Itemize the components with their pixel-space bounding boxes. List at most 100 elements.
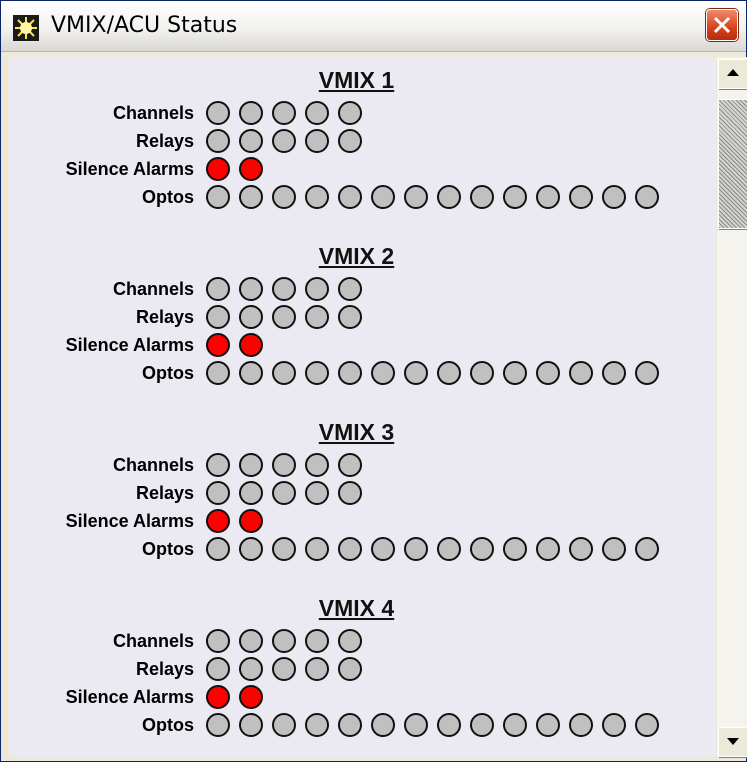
channels-indicator xyxy=(206,629,230,653)
silence-alarms-label: Silence Alarms xyxy=(65,335,194,355)
channels-indicator xyxy=(338,101,362,125)
optos-indicator xyxy=(206,361,230,385)
silence-alarms-indicator xyxy=(206,509,230,533)
optos-indicator xyxy=(404,713,428,737)
optos-indicator xyxy=(272,537,296,561)
optos-indicator xyxy=(338,361,362,385)
channels-label: Channels xyxy=(112,455,194,475)
relays-indicator xyxy=(305,657,329,681)
optos-indicator xyxy=(338,185,362,209)
optos-indicator xyxy=(569,713,593,737)
relays-label: Relays xyxy=(135,659,194,679)
optos-indicator xyxy=(602,185,626,209)
relays-indicator xyxy=(206,129,230,153)
optos-indicator xyxy=(371,537,395,561)
silence-alarms-indicator xyxy=(239,509,263,533)
status-window: VMIX/ACU Status VMIX 1 Channels Relays Sile… xyxy=(0,0,747,762)
section-title: VMIX 1 xyxy=(318,67,395,93)
optos-indicator xyxy=(239,537,263,561)
optos-indicator xyxy=(569,537,593,561)
title-bar[interactable]: VMIX/ACU Status xyxy=(1,1,746,52)
optos-indicator xyxy=(206,537,230,561)
optos-indicator xyxy=(437,713,461,737)
optos-indicator xyxy=(503,185,527,209)
optos-label: Optos xyxy=(142,715,194,735)
optos-indicator xyxy=(470,537,494,561)
optos-label: Optos xyxy=(142,539,194,559)
scroll-down-button[interactable] xyxy=(718,727,747,757)
optos-indicator xyxy=(206,713,230,737)
optos-indicator xyxy=(536,537,560,561)
optos-indicator xyxy=(536,185,560,209)
optos-indicator xyxy=(602,713,626,737)
app-sun-icon xyxy=(13,15,39,41)
relays-indicator xyxy=(239,129,263,153)
optos-indicator xyxy=(635,185,659,209)
vertical-scrollbar[interactable] xyxy=(717,57,747,757)
scroll-up-button[interactable] xyxy=(718,59,747,89)
optos-indicator xyxy=(437,361,461,385)
optos-label: Optos xyxy=(142,363,194,383)
relays-indicator xyxy=(272,657,296,681)
window-title: VMIX/ACU Status xyxy=(51,13,238,38)
optos-indicator xyxy=(470,361,494,385)
relays-indicator xyxy=(272,129,296,153)
relays-indicator xyxy=(206,305,230,329)
optos-indicator xyxy=(569,185,593,209)
relays-indicator xyxy=(239,657,263,681)
section-title: VMIX 3 xyxy=(318,419,395,445)
channels-indicator xyxy=(272,629,296,653)
optos-indicator xyxy=(206,185,230,209)
optos-indicator xyxy=(470,185,494,209)
optos-indicator xyxy=(503,537,527,561)
optos-indicator xyxy=(371,361,395,385)
silence-alarms-label: Silence Alarms xyxy=(65,687,194,707)
arrow-down-icon xyxy=(727,738,739,745)
optos-indicator xyxy=(305,537,329,561)
optos-indicator xyxy=(272,713,296,737)
optos-indicator xyxy=(404,537,428,561)
relays-indicator xyxy=(305,481,329,505)
scroll-thumb[interactable] xyxy=(718,99,747,229)
relays-indicator xyxy=(338,305,362,329)
relays-indicator xyxy=(305,305,329,329)
channels-label: Channels xyxy=(112,279,194,299)
channels-indicator xyxy=(338,629,362,653)
channels-indicator xyxy=(206,453,230,477)
channels-indicator xyxy=(305,101,329,125)
optos-indicator xyxy=(404,185,428,209)
optos-indicator xyxy=(338,537,362,561)
optos-indicator xyxy=(635,537,659,561)
optos-indicator xyxy=(536,361,560,385)
relays-indicator xyxy=(206,657,230,681)
channels-label: Channels xyxy=(112,631,194,651)
section-title: VMIX 4 xyxy=(318,595,395,621)
optos-indicator xyxy=(239,185,263,209)
optos-indicator xyxy=(305,713,329,737)
optos-indicator xyxy=(536,713,560,737)
optos-indicator xyxy=(239,361,263,385)
channels-label: Channels xyxy=(112,103,194,123)
close-button[interactable] xyxy=(706,9,738,41)
relays-label: Relays xyxy=(135,131,194,151)
channels-indicator xyxy=(338,453,362,477)
optos-indicator xyxy=(635,361,659,385)
channels-indicator xyxy=(206,277,230,301)
relays-indicator xyxy=(338,657,362,681)
optos-indicator xyxy=(437,185,461,209)
relays-indicator xyxy=(338,129,362,153)
optos-indicator xyxy=(371,713,395,737)
silence-alarms-indicator xyxy=(239,685,263,709)
channels-indicator xyxy=(272,101,296,125)
channels-indicator xyxy=(305,277,329,301)
optos-indicator xyxy=(602,361,626,385)
silence-alarms-indicator xyxy=(206,333,230,357)
optos-indicator xyxy=(602,537,626,561)
channels-indicator xyxy=(272,277,296,301)
channels-indicator xyxy=(239,629,263,653)
channels-indicator xyxy=(239,101,263,125)
optos-indicator xyxy=(470,713,494,737)
channels-indicator xyxy=(305,453,329,477)
channels-indicator xyxy=(338,277,362,301)
channels-indicator xyxy=(239,453,263,477)
